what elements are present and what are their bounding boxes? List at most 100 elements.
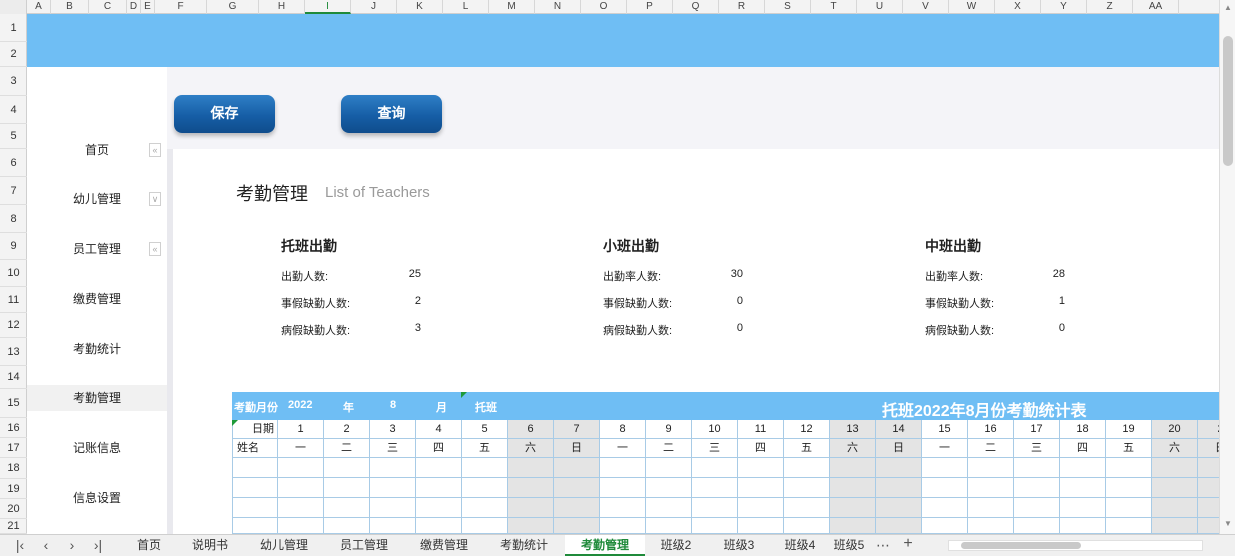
weekday-cell[interactable]: 日 bbox=[876, 439, 922, 458]
date-label-cell[interactable]: 日期 bbox=[232, 420, 278, 439]
row-header-cell[interactable]: 18 bbox=[0, 458, 27, 479]
attendance-cell[interactable] bbox=[416, 478, 462, 498]
sheet-tab[interactable]: 缴费管理 bbox=[405, 535, 483, 556]
weekday-cell[interactable]: 四 bbox=[416, 439, 462, 458]
attendance-cell[interactable] bbox=[1060, 458, 1106, 478]
attendance-cell[interactable] bbox=[1106, 458, 1152, 478]
column-header-cell[interactable]: T bbox=[811, 0, 857, 14]
attendance-cell[interactable] bbox=[830, 478, 876, 498]
attendance-cell[interactable] bbox=[324, 458, 370, 478]
row-header-cell[interactable]: 1 bbox=[0, 14, 27, 42]
attendance-cell[interactable] bbox=[692, 458, 738, 478]
attendance-cell[interactable] bbox=[462, 458, 508, 478]
attendance-cell[interactable] bbox=[554, 518, 600, 534]
attendance-cell[interactable] bbox=[1060, 498, 1106, 518]
row-header-cell[interactable]: 9 bbox=[0, 233, 27, 260]
attendance-cell[interactable] bbox=[1014, 478, 1060, 498]
sidebar-item[interactable]: 员工管理 « bbox=[27, 236, 167, 262]
attendance-cell[interactable] bbox=[784, 518, 830, 534]
day-number-cell[interactable]: 3 bbox=[370, 420, 416, 439]
day-number-cell[interactable]: 1 bbox=[278, 420, 324, 439]
student-name-cell[interactable] bbox=[232, 478, 278, 498]
sheet-tab[interactable]: 班级3 bbox=[708, 535, 770, 556]
select-all-corner[interactable] bbox=[0, 0, 27, 14]
attendance-cell[interactable] bbox=[416, 458, 462, 478]
row-header-cell[interactable]: 21 bbox=[0, 519, 27, 534]
column-header-cell[interactable]: G bbox=[207, 0, 259, 14]
attendance-cell[interactable] bbox=[830, 498, 876, 518]
last-sheet-icon[interactable]: ›| bbox=[88, 537, 108, 553]
attendance-cell[interactable] bbox=[1060, 478, 1106, 498]
day-number-cell[interactable]: 6 bbox=[508, 420, 554, 439]
attendance-cell[interactable] bbox=[1152, 518, 1198, 534]
weekday-cell[interactable]: 五 bbox=[1106, 439, 1152, 458]
attendance-cell[interactable] bbox=[1152, 498, 1198, 518]
weekday-cell[interactable]: 一 bbox=[922, 439, 968, 458]
attendance-cell[interactable] bbox=[738, 458, 784, 478]
attendance-cell[interactable] bbox=[278, 458, 324, 478]
day-number-cell[interactable]: 2 bbox=[324, 420, 370, 439]
student-name-cell[interactable] bbox=[232, 458, 278, 478]
row-header-cell[interactable]: 5 bbox=[0, 124, 27, 149]
attendance-cell[interactable] bbox=[462, 518, 508, 534]
attendance-cell[interactable] bbox=[416, 518, 462, 534]
weekday-cell[interactable]: 六 bbox=[508, 439, 554, 458]
attendance-cell[interactable] bbox=[462, 498, 508, 518]
attendance-cell[interactable] bbox=[876, 498, 922, 518]
attendance-cell[interactable] bbox=[830, 518, 876, 534]
weekday-cell[interactable]: 四 bbox=[1060, 439, 1106, 458]
weekday-cell[interactable]: 五 bbox=[462, 439, 508, 458]
attendance-cell[interactable] bbox=[370, 518, 416, 534]
attendance-cell[interactable] bbox=[416, 498, 462, 518]
month-value[interactable]: 8 bbox=[390, 399, 396, 411]
day-number-cell[interactable]: 15 bbox=[922, 420, 968, 439]
attendance-cell[interactable] bbox=[508, 498, 554, 518]
row-header-cell[interactable]: 14 bbox=[0, 366, 27, 389]
attendance-cell[interactable] bbox=[646, 458, 692, 478]
query-button[interactable]: 查询 bbox=[341, 95, 442, 133]
weekday-cell[interactable]: 六 bbox=[1152, 439, 1198, 458]
attendance-cell[interactable] bbox=[324, 518, 370, 534]
attendance-cell[interactable] bbox=[1060, 518, 1106, 534]
attendance-cell[interactable] bbox=[508, 478, 554, 498]
column-header-cell[interactable]: M bbox=[489, 0, 535, 14]
row-header-cell[interactable]: 15 bbox=[0, 389, 27, 418]
column-header-cell[interactable]: A bbox=[27, 0, 51, 14]
student-name-cell[interactable] bbox=[232, 518, 278, 534]
attendance-cell[interactable] bbox=[1014, 458, 1060, 478]
horizontal-scrollbar[interactable] bbox=[948, 540, 1203, 551]
horizontal-scroll-thumb[interactable] bbox=[961, 542, 1081, 549]
column-header-cell[interactable]: U bbox=[857, 0, 903, 14]
attendance-cell[interactable] bbox=[370, 478, 416, 498]
vertical-scrollbar[interactable]: ▲ ▼ bbox=[1219, 0, 1235, 534]
attendance-cell[interactable] bbox=[784, 458, 830, 478]
save-button[interactable]: 保存 bbox=[174, 95, 275, 133]
sheet-tab[interactable]: 考勤统计 bbox=[485, 535, 563, 556]
day-number-cell[interactable]: 20 bbox=[1152, 420, 1198, 439]
day-number-cell[interactable]: 4 bbox=[416, 420, 462, 439]
attendance-cell[interactable] bbox=[1014, 498, 1060, 518]
column-header-cell[interactable]: N bbox=[535, 0, 581, 14]
attendance-cell[interactable] bbox=[646, 518, 692, 534]
attendance-cell[interactable] bbox=[876, 478, 922, 498]
column-header-cell[interactable]: F bbox=[155, 0, 207, 14]
attendance-cell[interactable] bbox=[784, 478, 830, 498]
attendance-cell[interactable] bbox=[692, 478, 738, 498]
attendance-cell[interactable] bbox=[646, 478, 692, 498]
name-label-cell[interactable]: 姓名 bbox=[232, 439, 278, 458]
student-name-cell[interactable] bbox=[232, 498, 278, 518]
attendance-cell[interactable] bbox=[1106, 478, 1152, 498]
attendance-cell[interactable] bbox=[324, 498, 370, 518]
day-number-cell[interactable]: 5 bbox=[462, 420, 508, 439]
weekday-cell[interactable]: 二 bbox=[324, 439, 370, 458]
add-sheet-icon[interactable]: + bbox=[898, 535, 918, 553]
attendance-cell[interactable] bbox=[554, 498, 600, 518]
column-header-cell[interactable]: Z bbox=[1087, 0, 1133, 14]
attendance-cell[interactable] bbox=[508, 458, 554, 478]
row-header-cell[interactable]: 4 bbox=[0, 96, 27, 124]
column-header-cell[interactable]: P bbox=[627, 0, 673, 14]
attendance-cell[interactable] bbox=[692, 518, 738, 534]
day-number-cell[interactable]: 18 bbox=[1060, 420, 1106, 439]
sidebar-item[interactable]: 考勤统计 bbox=[27, 336, 167, 362]
sidebar-item[interactable]: 信息设置 bbox=[27, 485, 167, 511]
